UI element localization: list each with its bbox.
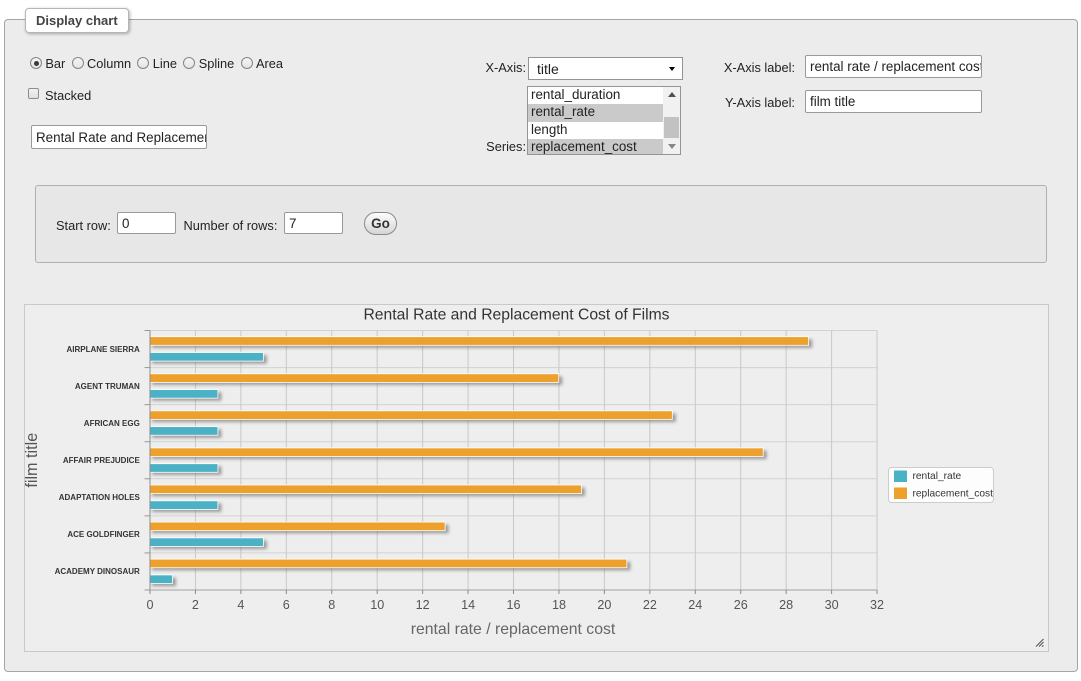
- svg-text:12: 12: [416, 598, 430, 612]
- svg-text:0: 0: [146, 598, 153, 612]
- svg-text:20: 20: [597, 598, 611, 612]
- svg-text:ACE GOLDFINGER: ACE GOLDFINGER: [67, 530, 140, 539]
- svg-text:16: 16: [507, 598, 521, 612]
- svg-text:4: 4: [237, 598, 244, 612]
- svg-text:Rental Rate and Replacement Co: Rental Rate and Replacement Cost of Film…: [363, 307, 669, 324]
- svg-text:rental_rate: rental_rate: [913, 471, 962, 482]
- svg-text:rental rate / replacement cost: rental rate / replacement cost: [411, 621, 616, 638]
- svg-text:18: 18: [552, 598, 566, 612]
- svg-text:24: 24: [688, 598, 702, 612]
- svg-text:30: 30: [825, 598, 839, 612]
- svg-text:8: 8: [328, 598, 335, 612]
- svg-text:ADAPTATION HOLES: ADAPTATION HOLES: [59, 493, 141, 502]
- svg-text:AIRPLANE SIERRA: AIRPLANE SIERRA: [66, 345, 140, 354]
- svg-text:26: 26: [734, 598, 748, 612]
- svg-text:ACADEMY DINOSAUR: ACADEMY DINOSAUR: [55, 567, 140, 576]
- svg-text:AFFAIR PREJUDICE: AFFAIR PREJUDICE: [63, 456, 141, 465]
- svg-text:28: 28: [779, 598, 793, 612]
- svg-text:AGENT TRUMAN: AGENT TRUMAN: [75, 382, 140, 391]
- svg-text:14: 14: [461, 598, 475, 612]
- svg-text:32: 32: [870, 598, 884, 612]
- svg-text:10: 10: [370, 598, 384, 612]
- svg-text:22: 22: [643, 598, 657, 612]
- svg-text:6: 6: [283, 598, 290, 612]
- svg-text:AFRICAN EGG: AFRICAN EGG: [84, 419, 140, 428]
- svg-text:film title: film title: [25, 433, 41, 488]
- svg-text:2: 2: [192, 598, 199, 612]
- svg-text:replacement_cost: replacement_cost: [913, 488, 994, 499]
